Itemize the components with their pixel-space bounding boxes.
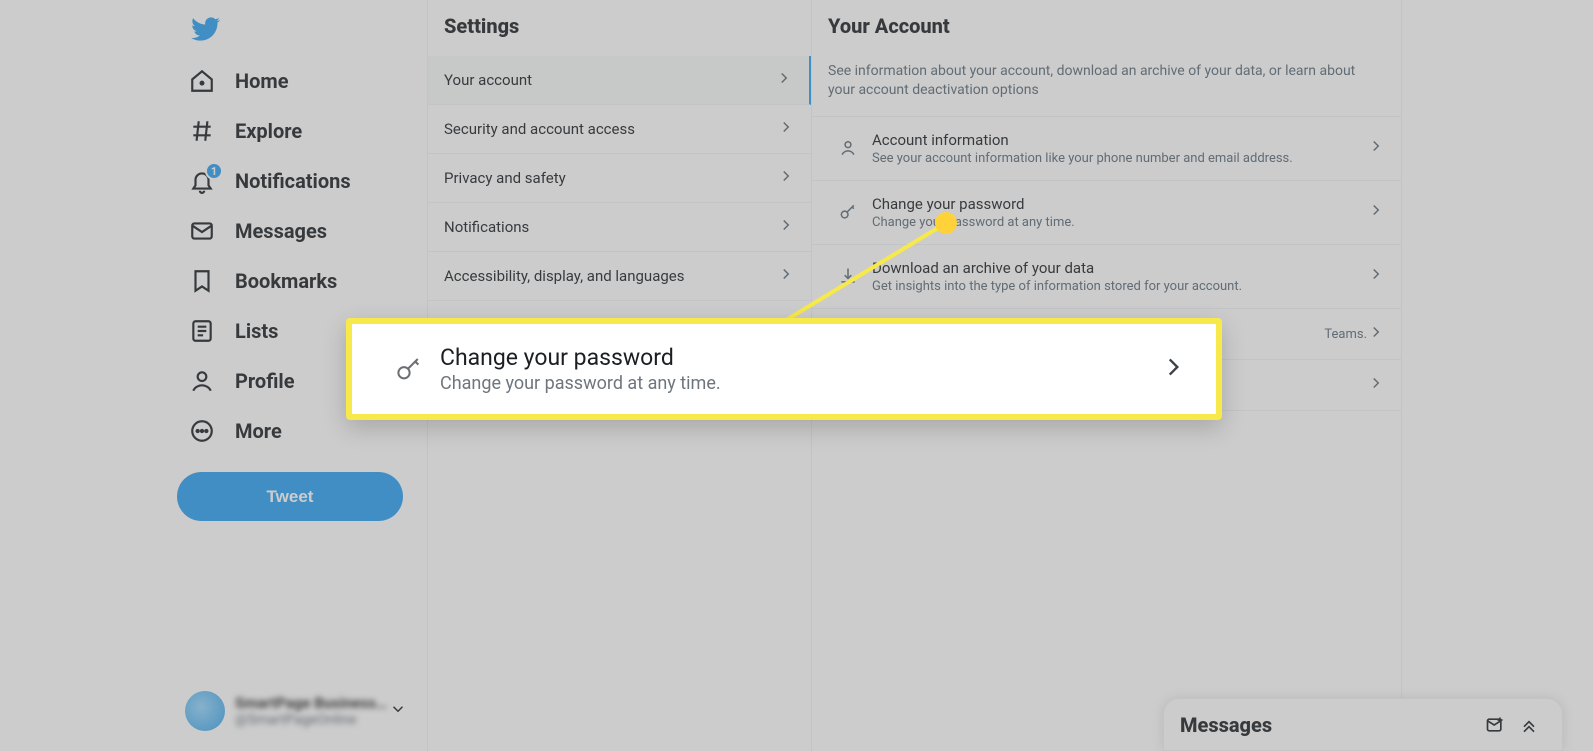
nav-home[interactable]: Home [177, 56, 415, 106]
hash-icon [189, 118, 215, 144]
chevron-right-icon [1367, 265, 1385, 287]
home-icon [189, 68, 215, 94]
callout-dot [935, 212, 957, 234]
nav-messages[interactable]: Messages [177, 206, 415, 256]
chevron-right-icon [1367, 374, 1385, 396]
callout-title: Change your password [440, 344, 1160, 371]
messages-dock-title: Messages [1180, 713, 1478, 737]
chevron-right-icon [777, 118, 795, 140]
chevron-right-icon [1160, 354, 1186, 384]
nav-bookmarks[interactable]: Bookmarks [177, 256, 415, 306]
detail-row-sub: See your account information like your p… [872, 151, 1367, 166]
chevron-right-icon [777, 167, 795, 189]
bell-icon: 1 [189, 168, 215, 194]
nav-label: Notifications [235, 169, 351, 193]
settings-header: Settings [428, 0, 811, 56]
nav-label: Bookmarks [235, 269, 337, 293]
detail-row-sub: Get insights into the type of informatio… [872, 279, 1367, 294]
settings-row-label: Accessibility, display, and languages [444, 267, 684, 285]
settings-row-label: Security and account access [444, 120, 635, 138]
messages-dock[interactable]: Messages [1163, 698, 1563, 751]
detail-change-password[interactable]: Change your password Change your passwor… [812, 181, 1401, 245]
settings-security[interactable]: Security and account access [428, 105, 811, 154]
nav-notifications[interactable]: 1 Notifications [177, 156, 415, 206]
new-message-icon[interactable] [1478, 708, 1512, 742]
settings-privacy[interactable]: Privacy and safety [428, 154, 811, 203]
avatar [185, 691, 225, 731]
settings-accessibility[interactable]: Accessibility, display, and languages [428, 252, 811, 301]
chevron-right-icon [775, 69, 793, 91]
nav-label: More [235, 419, 282, 443]
nav-explore[interactable]: Explore [177, 106, 415, 156]
detail-header: Your Account [812, 0, 1401, 52]
callout-sub: Change your password at any time. [440, 373, 1160, 394]
chevron-right-icon [1367, 137, 1385, 159]
nav-label: Profile [235, 369, 295, 393]
nav-label: Messages [235, 219, 327, 243]
detail-download-archive[interactable]: Download an archive of your data Get ins… [812, 245, 1401, 309]
download-icon [828, 266, 868, 286]
chevron-down-icon [389, 700, 407, 722]
callout-change-password[interactable]: Change your password Change your passwor… [346, 318, 1222, 420]
chevron-right-icon [1367, 323, 1385, 345]
detail-description: See information about your account, down… [812, 52, 1401, 117]
settings-notifications[interactable]: Notifications [428, 203, 811, 252]
settings-row-label: Your account [444, 71, 532, 89]
key-icon [828, 202, 868, 222]
nav-label: Home [235, 69, 289, 93]
key-icon [386, 354, 432, 384]
bookmark-icon [189, 268, 215, 294]
person-icon [828, 138, 868, 158]
list-icon [189, 318, 215, 344]
nav-label: Lists [235, 319, 278, 343]
person-icon [189, 368, 215, 394]
nav-label: Explore [235, 119, 302, 143]
more-icon [189, 418, 215, 444]
account-switcher[interactable]: SmartPage Business… @SmartPageOnline [177, 681, 415, 741]
account-name: SmartPage Business… [235, 694, 389, 712]
mail-icon [189, 218, 215, 244]
detail-row-title: Change your password [872, 195, 1367, 213]
chevron-right-icon [1367, 201, 1385, 223]
account-handle: @SmartPageOnline [235, 712, 389, 728]
tweet-button[interactable]: Tweet [177, 472, 403, 521]
notification-badge: 1 [205, 162, 223, 180]
detail-row-title: Download an archive of your data [872, 259, 1367, 277]
expand-up-icon[interactable] [1512, 708, 1546, 742]
settings-row-label: Notifications [444, 218, 529, 236]
detail-row-title: Account information [872, 131, 1367, 149]
settings-row-label: Privacy and safety [444, 169, 566, 187]
chevron-right-icon [777, 216, 795, 238]
detail-account-information[interactable]: Account information See your account inf… [812, 117, 1401, 181]
twitter-logo[interactable] [181, 4, 231, 54]
chevron-right-icon [777, 265, 795, 287]
settings-your-account[interactable]: Your account [428, 56, 811, 105]
